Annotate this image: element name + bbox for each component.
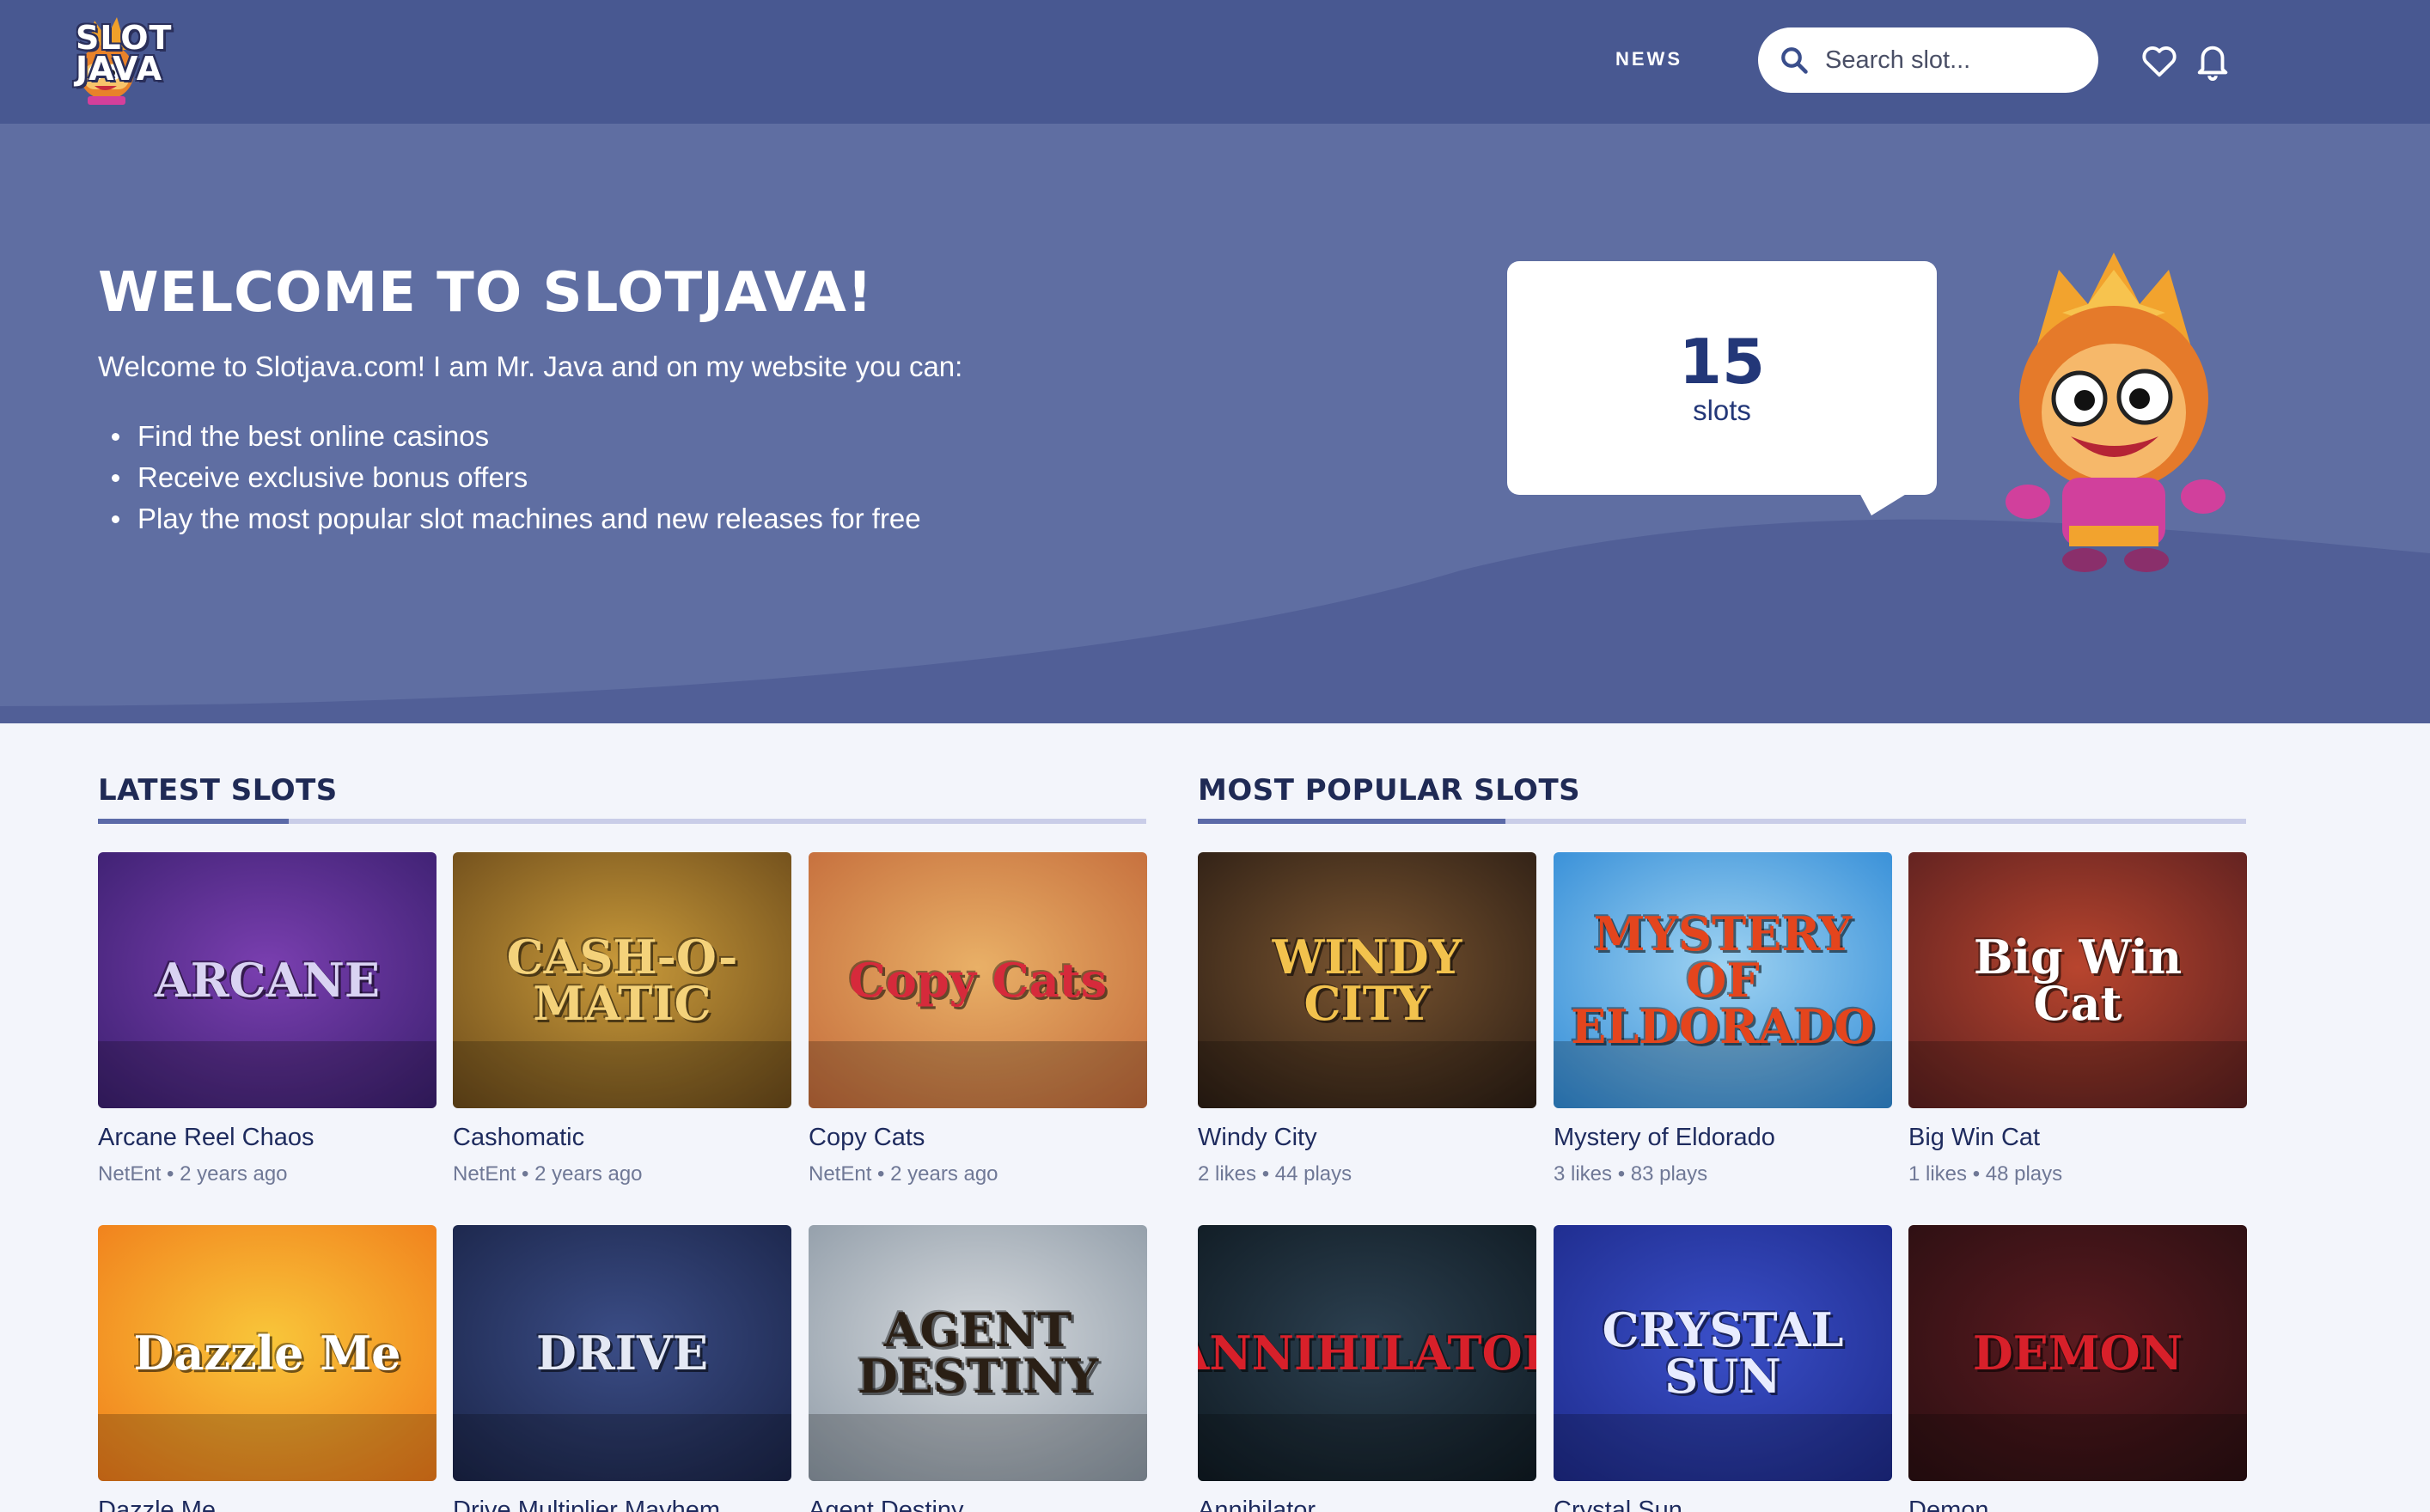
slot-name[interactable]: Arcane Reel Chaos bbox=[98, 1124, 437, 1152]
latest-slots-heading: LATEST SLOTS bbox=[98, 773, 338, 808]
hero-intro: Welcome to Slotjava.com! I am Mr. Java a… bbox=[98, 351, 963, 382]
slot-card[interactable]: Dazzle Me Dazzle Me bbox=[98, 1225, 437, 1512]
slot-name[interactable]: Annihilator bbox=[1198, 1497, 1536, 1512]
slot-thumbnail-title: WINDY CITY bbox=[1272, 930, 1462, 1031]
slot-thumbnail[interactable]: CRYSTAL SUN bbox=[1554, 1225, 1892, 1481]
slot-card[interactable]: WINDY CITY Windy City 2 likes • 44 plays bbox=[1198, 852, 1536, 1186]
slot-thumbnail[interactable]: DRIVE bbox=[453, 1225, 791, 1481]
slot-thumbnail-title: CRYSTAL SUN bbox=[1602, 1302, 1844, 1404]
hero-feature-item: Receive exclusive bonus offers bbox=[112, 457, 921, 498]
slot-thumbnail-title: Big Win Cat bbox=[1973, 930, 2183, 1031]
slot-name[interactable]: Drive Multiplier Mayhem bbox=[453, 1497, 791, 1512]
slot-thumbnail-title: ARCANE bbox=[154, 953, 381, 1008]
slot-thumbnail-title: Dazzle Me bbox=[133, 1326, 401, 1381]
slot-meta: 1 likes • 48 plays bbox=[1908, 1162, 2063, 1186]
slot-thumbnail[interactable]: Dazzle Me bbox=[98, 1225, 437, 1481]
slot-thumbnail[interactable]: MYSTERY OF ELDORADO bbox=[1554, 852, 1892, 1108]
hero-feature-item: Find the best online casinos bbox=[112, 416, 921, 457]
search-box[interactable] bbox=[1758, 27, 2098, 93]
popular-slots-underline bbox=[1198, 819, 2246, 824]
slot-thumbnail[interactable]: AGENT DESTINY bbox=[809, 1225, 1147, 1481]
slot-thumbnail[interactable]: ARCANE bbox=[98, 852, 437, 1108]
slot-thumbnail[interactable]: ANNIHILATOR bbox=[1198, 1225, 1536, 1481]
slot-thumbnail[interactable]: DEMON bbox=[1908, 1225, 2247, 1481]
logo-line-slot: SLOT bbox=[76, 19, 173, 57]
latest-slots-underline-accent bbox=[98, 819, 289, 824]
hero-title: WELCOME TO SLOTJAVA! bbox=[98, 261, 874, 325]
slot-meta: 2 likes • 44 plays bbox=[1198, 1162, 1352, 1186]
slot-name[interactable]: Big Win Cat bbox=[1908, 1124, 2247, 1152]
hero-feature-list: Find the best online casinos Receive exc… bbox=[112, 416, 921, 540]
slot-thumbnail-title: DRIVE bbox=[535, 1326, 709, 1381]
slot-card[interactable]: CASH-O-MATIC Cashomatic NetEnt • 2 years a… bbox=[453, 852, 791, 1186]
slot-thumbnail-title: MYSTERY OF ELDORADO bbox=[1571, 906, 1875, 1054]
slot-card[interactable]: MYSTERY OF ELDORADO Mystery of Eldorado 3 … bbox=[1554, 852, 1892, 1186]
slot-name[interactable]: Demon bbox=[1908, 1497, 2247, 1512]
slot-thumbnail[interactable]: Big Win Cat bbox=[1908, 852, 2247, 1108]
slot-card[interactable]: ARCANE Arcane Reel Chaos NetEnt • 2 years … bbox=[98, 852, 437, 1186]
slot-thumbnail-title: AGENT DESTINY bbox=[857, 1302, 1099, 1404]
slot-thumbnail-title: CASH-O-MATIC bbox=[506, 930, 738, 1031]
slot-name[interactable]: Mystery of Eldorado bbox=[1554, 1124, 1892, 1152]
slot-card[interactable]: DRIVE Drive Multiplier Mayhem bbox=[453, 1225, 791, 1512]
slot-card[interactable]: ANNIHILATOR Annihilator bbox=[1198, 1225, 1536, 1512]
slot-thumbnail-title: DEMON bbox=[1972, 1326, 2183, 1381]
bell-icon[interactable] bbox=[2193, 41, 2232, 81]
logo-text[interactable]: SLOT JAVA bbox=[76, 19, 173, 88]
logo-line-java: JAVA bbox=[76, 50, 163, 88]
slot-thumbnail[interactable]: WINDY CITY bbox=[1198, 852, 1536, 1108]
slot-count-bubble: 15 slots bbox=[1507, 261, 1937, 495]
slot-meta: NetEnt • 2 years ago bbox=[453, 1162, 643, 1186]
slot-thumbnail[interactable]: CASH-O-MATIC bbox=[453, 852, 791, 1108]
slot-card[interactable]: Copy Cats Copy Cats NetEnt • 2 years ago bbox=[809, 852, 1147, 1186]
slot-name[interactable]: Crystal Sun bbox=[1554, 1497, 1892, 1512]
slot-card[interactable]: Big Win Cat Big Win Cat 1 likes • 48 plays bbox=[1908, 852, 2247, 1186]
slot-meta: NetEnt • 2 years ago bbox=[809, 1162, 998, 1186]
slot-card[interactable]: CRYSTAL SUN Crystal Sun bbox=[1554, 1225, 1892, 1512]
slot-meta: 3 likes • 83 plays bbox=[1554, 1162, 1708, 1186]
popular-slots-underline-accent bbox=[1198, 819, 1505, 824]
popular-slots-heading: MOST POPULAR SLOTS bbox=[1198, 773, 1581, 808]
hero-banner: WELCOME TO SLOTJAVA! Welcome to Slotjava… bbox=[0, 124, 2430, 723]
slot-meta: NetEnt • 2 years ago bbox=[98, 1162, 288, 1186]
heart-icon[interactable] bbox=[2140, 41, 2179, 81]
slot-card[interactable]: DEMON Demon bbox=[1908, 1225, 2247, 1512]
slot-thumbnail-title: Copy Cats bbox=[848, 953, 1108, 1008]
mr-java-mascot bbox=[2006, 253, 2225, 572]
slot-thumbnail[interactable]: Copy Cats bbox=[809, 852, 1147, 1108]
slot-count-label: slots bbox=[1693, 394, 1751, 426]
slot-name[interactable]: Agent Destiny bbox=[809, 1497, 1147, 1512]
slot-name[interactable]: Dazzle Me bbox=[98, 1497, 437, 1512]
nav-news-link[interactable]: NEWS bbox=[1615, 48, 1682, 70]
slot-card[interactable]: AGENT DESTINY Agent Destiny bbox=[809, 1225, 1147, 1512]
hero-feature-item: Play the most popular slot machines and … bbox=[112, 498, 921, 540]
slot-name[interactable]: Cashomatic bbox=[453, 1124, 791, 1152]
slot-name[interactable]: Windy City bbox=[1198, 1124, 1536, 1152]
latest-slots-underline bbox=[98, 819, 1146, 824]
search-icon bbox=[1781, 47, 1808, 74]
search-input[interactable] bbox=[1825, 46, 2083, 75]
top-header: SLOT JAVA NEWS bbox=[0, 0, 2430, 124]
slot-name[interactable]: Copy Cats bbox=[809, 1124, 1147, 1152]
slot-count-number: 15 bbox=[1678, 326, 1766, 398]
slot-thumbnail-title: ANNIHILATOR bbox=[1198, 1326, 1536, 1381]
